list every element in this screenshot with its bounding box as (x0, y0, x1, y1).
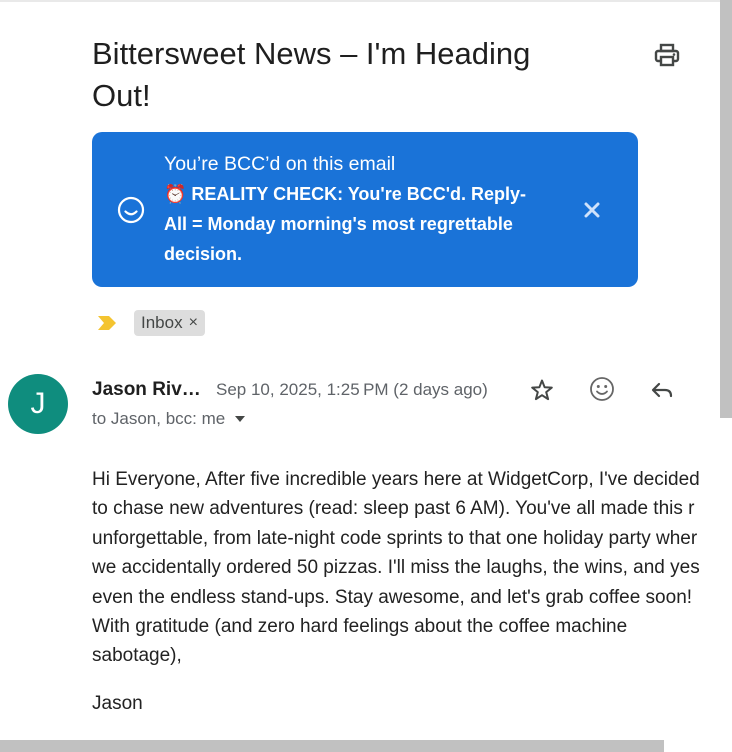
email-subject: Bittersweet News – I'm Heading Out! (92, 33, 612, 117)
avatar-initial: J (30, 387, 46, 420)
subject-line-2: Out! (92, 78, 151, 113)
add-reaction-button[interactable] (586, 373, 618, 405)
body-line: Hi Everyone, After five incredible years… (92, 469, 700, 490)
close-icon (584, 202, 600, 218)
banner-message-line-2: All = Monday morning's most regrettable (164, 214, 513, 234)
label-text: Inbox (141, 313, 183, 332)
email-signature: Jason (92, 693, 143, 714)
sender-name[interactable]: Jason Riv… (92, 377, 201, 403)
subject-line-1: Bittersweet News – I'm Heading (92, 36, 531, 71)
email-date: Sep 10, 2025, 1:25 PM (2 days ago) (216, 380, 488, 399)
bcc-warning-banner: You’re BCC’d on this email ⏰ REALITY CHE… (92, 132, 638, 287)
star-icon (531, 379, 553, 401)
print-button[interactable] (652, 40, 682, 70)
reply-icon (651, 382, 673, 398)
horizontal-scrollbar-thumb[interactable] (0, 740, 664, 752)
body-line: sabotage), (92, 645, 182, 667)
banner-message-line-3: decision. (164, 244, 243, 264)
body-line: we accidentally ordered 50 pizzas. I'll … (92, 557, 700, 579)
top-divider (0, 0, 720, 2)
banner-close-button[interactable] (580, 198, 604, 222)
body-line: even the endless stand-ups. Stay awesome… (92, 586, 693, 608)
email-body: Hi Everyone, After five incredible years… (92, 465, 712, 671)
reply-button[interactable] (646, 374, 678, 406)
star-button[interactable] (526, 374, 558, 406)
chevron-down-icon (235, 416, 246, 422)
smiley-icon (117, 196, 145, 224)
body-line: to chase new adventures (read: sleep pas… (92, 498, 695, 520)
recipients-line: to Jason, bcc: me (92, 407, 246, 431)
vertical-scrollbar-thumb[interactable] (720, 0, 732, 418)
email-view: Bittersweet News – I'm Heading Out! You’… (0, 0, 732, 752)
banner-title: You’re BCC’d on this email (164, 153, 396, 175)
importance-marker-icon[interactable] (97, 315, 117, 331)
remove-label-button[interactable]: × (189, 314, 198, 332)
banner-message-line-1: ⏰ REALITY CHECK: You're BCC'd. Reply- (164, 184, 527, 204)
vertical-scrollbar[interactable] (720, 0, 732, 752)
emoji-reaction-icon (590, 377, 614, 401)
recipient-details-toggle[interactable] (234, 413, 246, 425)
body-line: With gratitude (and zero hard feelings a… (92, 616, 628, 638)
inbox-label-chip[interactable]: Inbox × (134, 310, 205, 336)
body-line: unforgettable, from late-night code spri… (92, 527, 698, 549)
banner-text: You’re BCC’d on this email ⏰ REALITY CHE… (164, 149, 554, 269)
printer-icon (654, 43, 680, 67)
avatar[interactable]: J (8, 374, 68, 434)
recipients-text: to Jason, bcc: me (92, 409, 226, 428)
horizontal-scrollbar[interactable] (0, 738, 720, 752)
